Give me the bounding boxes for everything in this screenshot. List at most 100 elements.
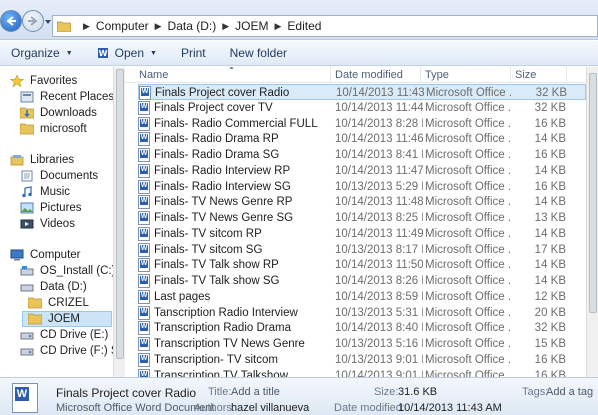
word-document-icon <box>138 352 150 367</box>
nav-documents[interactable]: Documents <box>20 168 98 184</box>
file-row[interactable]: Finals- TV News Genre SG 10/14/2013 8:25 … <box>138 210 586 226</box>
column-size[interactable]: Size <box>511 67 567 83</box>
file-name: Last pages <box>154 290 211 303</box>
file-row[interactable]: Finals- Radio Interview RP 10/14/2013 11:… <box>138 163 586 179</box>
file-row[interactable]: Finals- TV Talk show RP 10/14/2013 11:50 … <box>138 257 586 273</box>
file-type: Microsoft Office ... <box>425 212 510 224</box>
file-size: 13 KB <box>534 212 566 224</box>
breadcrumb-separator-icon[interactable]: ▶ <box>274 21 281 32</box>
details-authors-field[interactable]: hazel villanueva <box>231 402 309 414</box>
nav-computer[interactable]: Computer <box>10 247 81 263</box>
nav-scrollbar-thumb[interactable] <box>116 69 124 359</box>
file-size: 16 KB <box>534 180 566 193</box>
word-document-icon <box>138 258 150 273</box>
file-row[interactable]: Finals- TV sitcom SG 10/13/2013 8:17 PMMi… <box>138 242 586 258</box>
file-row[interactable]: Finals Project cover Radio 10/14/2013 11:… <box>138 84 586 100</box>
forward-button[interactable] <box>22 10 44 32</box>
file-row[interactable]: Finals- TV Talk show SG 10/14/2013 8:26 P… <box>138 273 586 289</box>
file-name: Finals- Radio Interview RP <box>154 164 291 177</box>
file-date: 10/14/2013 11:49 ... <box>335 227 423 240</box>
nav-os-install[interactable]: OS_Install (C:) <box>20 263 113 279</box>
nav-joem[interactable]: JOEM <box>22 311 112 327</box>
nav-music-label: Music <box>40 186 71 198</box>
file-list-scrollbar-thumb[interactable] <box>589 73 597 313</box>
file-name: Finals Project cover TV <box>154 101 273 114</box>
file-row[interactable]: Finals- TV sitcom RP 10/14/2013 11:49 ...… <box>138 226 586 242</box>
nav-favorites[interactable]: Favorites <box>10 73 77 89</box>
folder-icon <box>20 123 34 135</box>
word-document-icon <box>138 132 150 147</box>
file-date: 10/14/2013 11:48 ... <box>335 196 423 209</box>
file-row[interactable]: Transcription TV Talkshow 10/14/2013 9:01… <box>138 368 586 378</box>
breadcrumb-data-d[interactable]: Data (D:) <box>168 19 217 33</box>
open-button[interactable]: W Open ▼ <box>97 46 157 60</box>
file-type: Microsoft Office ... <box>425 101 510 114</box>
details-title-field[interactable]: Add a title <box>231 386 280 398</box>
nav-recent-places[interactable]: Recent Places <box>20 89 113 105</box>
nav-cd-e[interactable]: CD Drive (E:) <box>20 327 108 343</box>
nav-downloads[interactable]: Downloads <box>20 105 97 121</box>
back-button[interactable] <box>0 10 22 32</box>
breadcrumb-joem[interactable]: JOEM <box>235 19 268 33</box>
nav-music[interactable]: Music <box>20 184 70 200</box>
star-icon <box>10 75 24 87</box>
folder-icon <box>57 21 71 32</box>
downloads-folder-icon <box>20 107 34 119</box>
file-size: 16 KB <box>534 353 566 366</box>
word-document-icon <box>139 86 151 100</box>
file-row[interactable]: Finals- Radio Drama SG 10/14/2013 8:41 PM… <box>138 147 586 163</box>
cd-drive-icon <box>20 332 34 340</box>
breadcrumb-edited[interactable]: Edited <box>287 19 321 33</box>
file-size: 17 KB <box>534 243 566 256</box>
file-row[interactable]: Transcription- TV sitcom 10/13/2013 9:01 … <box>138 352 586 368</box>
details-tags-field[interactable]: Add a tag <box>546 386 593 398</box>
file-type: Microsoft Office ... <box>425 117 510 130</box>
file-row[interactable]: Last pages 10/14/2013 8:59 PMMicrosoft Of… <box>138 289 586 305</box>
file-size: 32 KB <box>535 87 567 99</box>
file-date: 10/14/2013 9:01 PM <box>335 369 423 378</box>
organize-button[interactable]: Organize ▼ <box>11 46 73 60</box>
breadcrumb-separator-icon[interactable]: ▶ <box>83 21 90 32</box>
details-date-label: Date modified: <box>334 402 405 414</box>
nav-crizel[interactable]: CRIZEL <box>28 295 89 311</box>
file-list-scrollbar[interactable] <box>586 67 598 377</box>
nav-scrollbar[interactable] <box>113 67 125 377</box>
print-button[interactable]: Print <box>181 46 206 60</box>
file-name: Finals- Radio Drama RP <box>154 133 279 146</box>
breadcrumb-separator-icon[interactable]: ▶ <box>155 21 162 32</box>
new-folder-button[interactable]: New folder <box>230 46 287 60</box>
file-name: Finals- TV Talk show RP <box>154 259 279 272</box>
column-name[interactable]: Name <box>135 67 331 83</box>
column-date-modified[interactable]: Date modified <box>331 67 421 83</box>
file-row[interactable]: Transcription Radio Drama 10/14/2013 8:40… <box>138 320 586 336</box>
file-row[interactable]: Finals- Radio Interview SG 10/13/2013 5:2… <box>138 179 586 195</box>
breadcrumb[interactable]: ▶ Computer ▶ Data (D:) ▶ JOEM ▶ Edited <box>52 15 598 37</box>
file-row[interactable]: Tanscription Radio Interview 10/13/2013 5… <box>138 305 586 321</box>
file-row[interactable]: Finals- Radio Drama RP 10/14/2013 11:46 .… <box>138 131 586 147</box>
file-row[interactable]: Finals- TV News Genre RP 10/14/2013 11:48… <box>138 194 586 210</box>
details-size-label: Size: <box>374 386 399 398</box>
file-type: Microsoft Office ... <box>425 243 510 256</box>
nav-pictures[interactable]: Pictures <box>20 200 82 216</box>
nav-data-d[interactable]: Data (D:) <box>20 279 87 295</box>
file-name: Finals- TV sitcom SG <box>154 243 263 256</box>
nav-cd-f[interactable]: CD Drive (F:) Sun B <box>20 343 113 359</box>
file-row[interactable]: Transcription TV News Genre 10/13/2013 5:… <box>138 336 586 352</box>
details-filetype: Microsoft Office Word Document <box>56 402 215 414</box>
nav-videos[interactable]: Videos <box>20 216 75 232</box>
column-type[interactable]: Type <box>421 67 511 83</box>
videos-icon <box>20 219 34 229</box>
breadcrumb-computer[interactable]: Computer <box>96 19 149 33</box>
nav-libraries[interactable]: Libraries <box>10 152 74 168</box>
file-date: 10/14/2013 11:46 ... <box>335 133 423 146</box>
nav-downloads-label: Downloads <box>40 107 97 119</box>
file-size: 16 KB <box>534 149 566 161</box>
music-icon <box>22 186 32 198</box>
nav-microsoft[interactable]: microsoft <box>20 121 87 137</box>
file-type: Microsoft Office ... <box>425 353 510 366</box>
file-row[interactable]: Finals- Radio Commercial FULL 10/14/2013 … <box>138 116 586 132</box>
file-name-cell: Finals- Radio Drama RP <box>138 131 331 147</box>
recent-pages-dropdown-icon[interactable] <box>44 18 52 26</box>
file-row[interactable]: Finals Project cover TV 10/14/2013 11:44 … <box>138 100 586 116</box>
breadcrumb-separator-icon[interactable]: ▶ <box>222 21 229 32</box>
